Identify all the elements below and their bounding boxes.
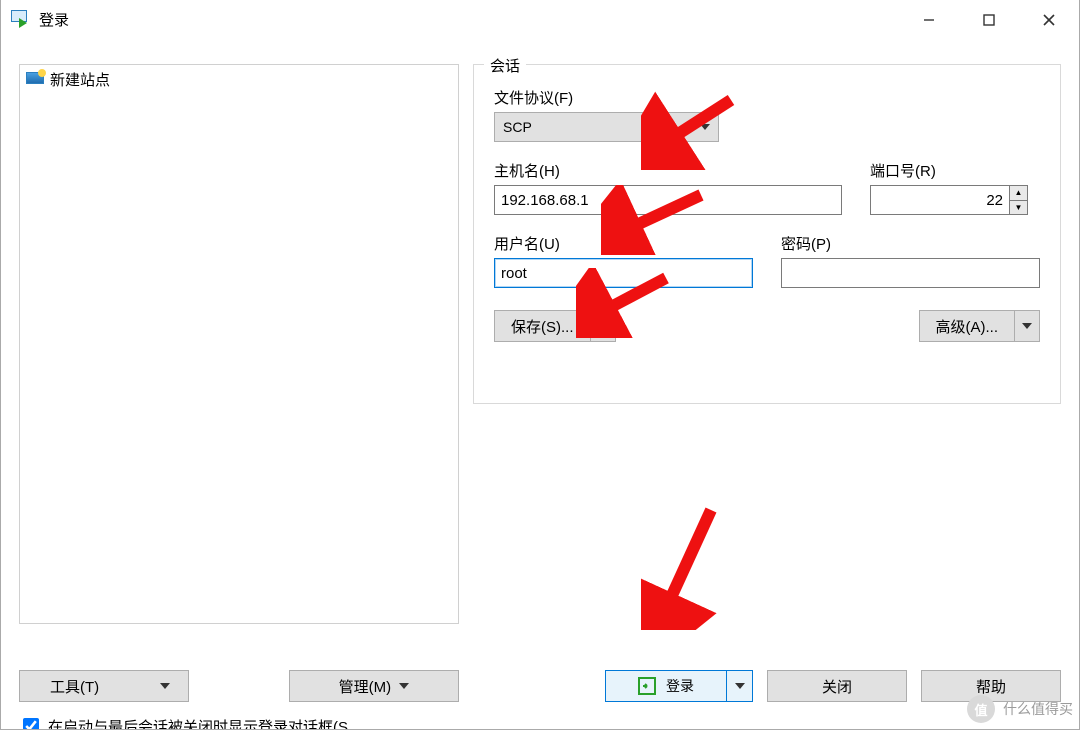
port-spinner[interactable]: ▲ ▼ <box>1010 185 1028 215</box>
chevron-down-icon <box>598 323 608 329</box>
host-label: 主机名(H) <box>494 160 842 181</box>
password-input[interactable] <box>781 258 1040 288</box>
protocol-label: 文件协议(F) <box>494 87 1040 108</box>
site-item-label: 新建站点 <box>50 69 110 90</box>
port-label: 端口号(R) <box>870 160 1040 181</box>
show-login-on-startup-row: 在启动与最后会话被关闭时显示登录对话框(S <box>19 715 459 730</box>
username-input[interactable] <box>494 258 753 288</box>
show-login-on-startup-label: 在启动与最后会话被关闭时显示登录对话框(S <box>48 716 348 730</box>
titlebar: 登录 <box>1 0 1079 40</box>
login-icon <box>638 677 656 695</box>
window-title: 登录 <box>39 9 69 30</box>
watermark-text: 什么值得买 <box>1003 699 1073 719</box>
port-input[interactable] <box>870 185 1010 215</box>
protocol-value: SCP <box>503 119 532 135</box>
session-legend: 会话 <box>484 55 526 76</box>
chevron-down-icon <box>700 124 710 130</box>
spin-down-icon[interactable]: ▼ <box>1010 200 1027 215</box>
watermark-badge: 值 <box>967 695 995 723</box>
close-button[interactable]: 关闭 <box>767 670 907 702</box>
login-split-button[interactable]: 登录 <box>605 670 753 702</box>
username-label: 用户名(U) <box>494 233 753 254</box>
watermark: 值 什么值得买 <box>967 695 1073 723</box>
chevron-down-icon <box>735 683 745 689</box>
save-dropdown[interactable] <box>590 310 616 342</box>
site-icon <box>26 72 44 88</box>
site-list[interactable]: 新建站点 <box>19 64 459 624</box>
new-site-item[interactable]: 新建站点 <box>22 67 456 92</box>
spin-up-icon[interactable]: ▲ <box>1010 186 1027 200</box>
maximize-button[interactable] <box>959 0 1019 40</box>
login-dialog-window: 登录 新建站点 会话 文件协议( <box>0 0 1080 730</box>
protocol-dropdown[interactable]: SCP <box>494 112 719 142</box>
save-split-button[interactable]: 保存(S)... <box>494 310 616 342</box>
tools-button[interactable]: 工具(T) <box>19 670 189 702</box>
session-panel: 会话 文件协议(F) SCP 主机名(H) 端口号(R) <box>473 64 1061 404</box>
chevron-down-icon <box>1022 323 1032 329</box>
advanced-split-button[interactable]: 高级(A)... <box>919 310 1041 342</box>
login-dropdown[interactable] <box>726 671 752 701</box>
advanced-dropdown[interactable] <box>1014 310 1040 342</box>
content-area: 新建站点 会话 文件协议(F) SCP 主机名(H) 端口号(R) <box>1 40 1079 729</box>
chevron-down-icon <box>399 683 409 689</box>
app-icon <box>11 10 31 30</box>
close-window-button[interactable] <box>1019 0 1079 40</box>
manage-button[interactable]: 管理(M) <box>289 670 459 702</box>
minimize-button[interactable] <box>899 0 959 40</box>
host-input[interactable] <box>494 185 842 215</box>
show-login-on-startup-checkbox[interactable] <box>23 718 39 730</box>
login-button[interactable]: 登录 <box>606 671 726 701</box>
bottom-toolbar: 工具(T) 管理(M) <box>19 670 459 702</box>
chevron-down-icon <box>160 683 170 689</box>
save-button[interactable]: 保存(S)... <box>494 310 590 342</box>
advanced-button[interactable]: 高级(A)... <box>919 310 1015 342</box>
password-label: 密码(P) <box>781 233 1040 254</box>
